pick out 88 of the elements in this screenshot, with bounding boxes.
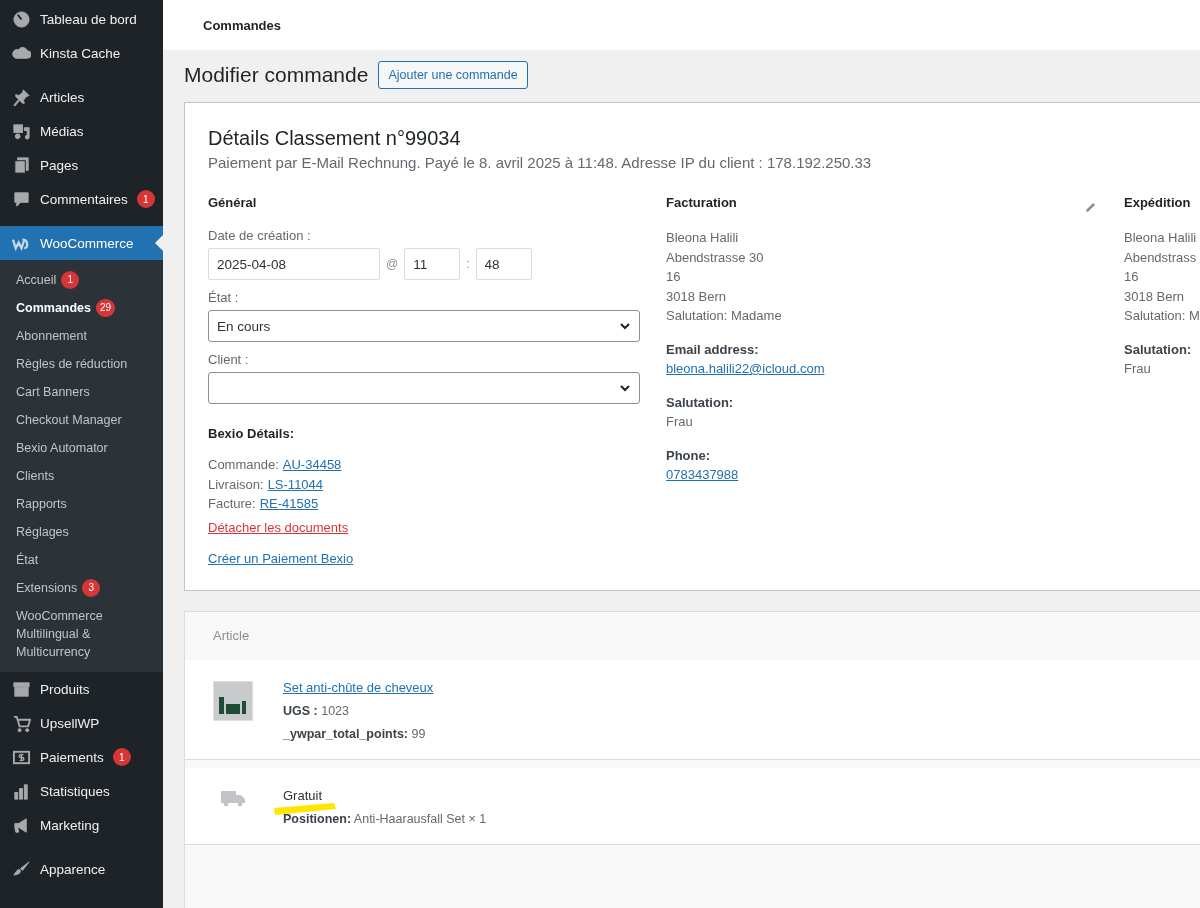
- chevron-icon: [619, 320, 631, 332]
- column-heading: Facturation: [666, 195, 737, 210]
- document-link[interactable]: LS-11044: [267, 474, 324, 494]
- order-subtitle: Paiement par E-Mail Rechnung. Payé le 8. avril 2025 à 11:48. Adresse IP du client : 178.192.250.33: [208, 154, 873, 171]
- pin-icon: [12, 87, 31, 107]
- field-label: État :: [208, 290, 240, 305]
- sidebar-item[interactable]: Statistiques: [0, 774, 163, 808]
- submenu-item[interactable]: Commandes 29: [0, 294, 163, 322]
- count-badge: 1: [136, 190, 155, 208]
- count-badge: 1: [61, 271, 80, 289]
- highlight-mark: [274, 802, 336, 816]
- product-link[interactable]: Set anti-chûte de cheveux: [283, 679, 434, 695]
- column-heading: Général: [208, 195, 258, 210]
- sidebar-item[interactable]: Produits: [0, 672, 163, 706]
- client-select[interactable]: [208, 372, 640, 404]
- submenu-item[interactable]: WooCommerce Multilingual & Multicurrency: [0, 602, 163, 666]
- payment-link[interactable]: Créer un Paiement Bexio: [208, 550, 354, 566]
- submenu-item[interactable]: Checkout Manager: [0, 406, 163, 434]
- count-badge: 1: [112, 748, 131, 766]
- at-sign: @: [386, 257, 399, 271]
- colon-sign: :: [466, 257, 470, 271]
- document-label: Livraison:: [208, 475, 264, 494]
- field-label: Email address:: [666, 340, 760, 359]
- sidebar-item[interactable]: Marketing: [0, 808, 163, 842]
- submenu-item[interactable]: Règles de réduction: [0, 350, 163, 378]
- section-heading: Bexio Détails:: [208, 426, 295, 441]
- box-icon: [12, 679, 31, 699]
- page-header-title: Commandes: [203, 17, 282, 33]
- brush-icon: [12, 859, 31, 879]
- sidebar-item[interactable]: Articles: [0, 80, 163, 114]
- pages-icon: [12, 155, 31, 175]
- bars-icon: [12, 781, 31, 801]
- sidebar-item[interactable]: Pages: [0, 148, 163, 182]
- address-text: Bleona Halili Abendstrass 16 3018 Bern Salutation: M: [1124, 229, 1200, 325]
- sidebar-item[interactable]: Médias: [0, 114, 163, 148]
- detach-link[interactable]: Détacher les documents: [208, 519, 349, 535]
- add-order-button[interactable]: Ajouter une commande: [378, 61, 528, 89]
- document-label: Commande:: [208, 456, 279, 474]
- sidebar-item[interactable]: Commentaires 1: [0, 182, 163, 216]
- sidebar-item[interactable]: Paiements 1: [0, 740, 163, 774]
- sidebar-item[interactable]: UpsellWP: [0, 706, 163, 740]
- date-field[interactable]: 2025-04-08: [208, 248, 380, 280]
- submenu-item[interactable]: Réglages: [0, 518, 163, 546]
- field-label: Phone:: [666, 446, 712, 465]
- field-label: Client :: [208, 352, 250, 367]
- sidebar-item[interactable]: Tableau de bord: [0, 2, 163, 36]
- submenu-item[interactable]: Accueil 1: [0, 266, 163, 294]
- sidebar-item[interactable]: Kinsta Cache: [0, 36, 163, 70]
- field-value: Frau: [1124, 360, 1152, 378]
- sidebar-item[interactable]: WooCommerce: [0, 226, 163, 260]
- pencil-icon[interactable]: [1085, 202, 1096, 213]
- document-label: Facture:: [208, 495, 256, 513]
- address-text: Bleona Halili Abendstrasse 30 16 3018 Bern Salutation: Madame: [666, 229, 783, 325]
- cart-icon: [12, 713, 31, 733]
- minute-field[interactable]: 48: [475, 248, 532, 280]
- count-badge: 29: [96, 299, 116, 317]
- status-select[interactable]: En cours: [208, 310, 640, 342]
- field-label: Salutation:: [1124, 340, 1193, 359]
- item-meta: _ywpar_total_points: 99: [283, 726, 427, 741]
- submenu-item[interactable]: Cart Banners: [0, 378, 163, 406]
- page-title: Modifier commande: [184, 63, 369, 87]
- submenu-item[interactable]: Rapports: [0, 490, 163, 518]
- chevron-icon: [619, 382, 631, 394]
- order-title: Détails Classement n°99034: [208, 127, 462, 150]
- gauge-icon: [12, 9, 31, 29]
- product-thumbnail: [213, 680, 253, 721]
- hour-field[interactable]: 11: [404, 248, 461, 280]
- document-link[interactable]: AU-34458: [282, 455, 342, 475]
- item-meta: Positionen: Anti-Haarausfall Set × 1: [283, 811, 487, 826]
- submenu-item[interactable]: Clients: [0, 462, 163, 490]
- item-meta: UGS : 1023: [283, 703, 351, 718]
- shipping-method: Gratuit: [283, 787, 323, 803]
- submenu-item[interactable]: État: [0, 546, 163, 574]
- submenu-item[interactable]: Extensions 3: [0, 574, 163, 602]
- field-label: Salutation:: [666, 393, 735, 412]
- field-label: Date de création :: [208, 228, 312, 243]
- sidebar-item[interactable]: Apparence: [0, 852, 163, 886]
- contact-link[interactable]: 0783437988: [666, 467, 739, 482]
- column-header: Article: [213, 628, 250, 643]
- bubble-icon: [12, 189, 31, 209]
- document-link[interactable]: RE-41585: [259, 494, 319, 514]
- contact-link[interactable]: bleona.halili22@icloud.com: [666, 361, 825, 376]
- media-icon: [12, 121, 31, 141]
- submenu-item[interactable]: Bexio Automator: [0, 434, 163, 462]
- count-badge: 3: [82, 579, 101, 597]
- column-heading: Expédition: [1124, 195, 1191, 210]
- submenu-item[interactable]: Abonnement: [0, 322, 163, 350]
- field-value: Frau: [666, 413, 694, 431]
